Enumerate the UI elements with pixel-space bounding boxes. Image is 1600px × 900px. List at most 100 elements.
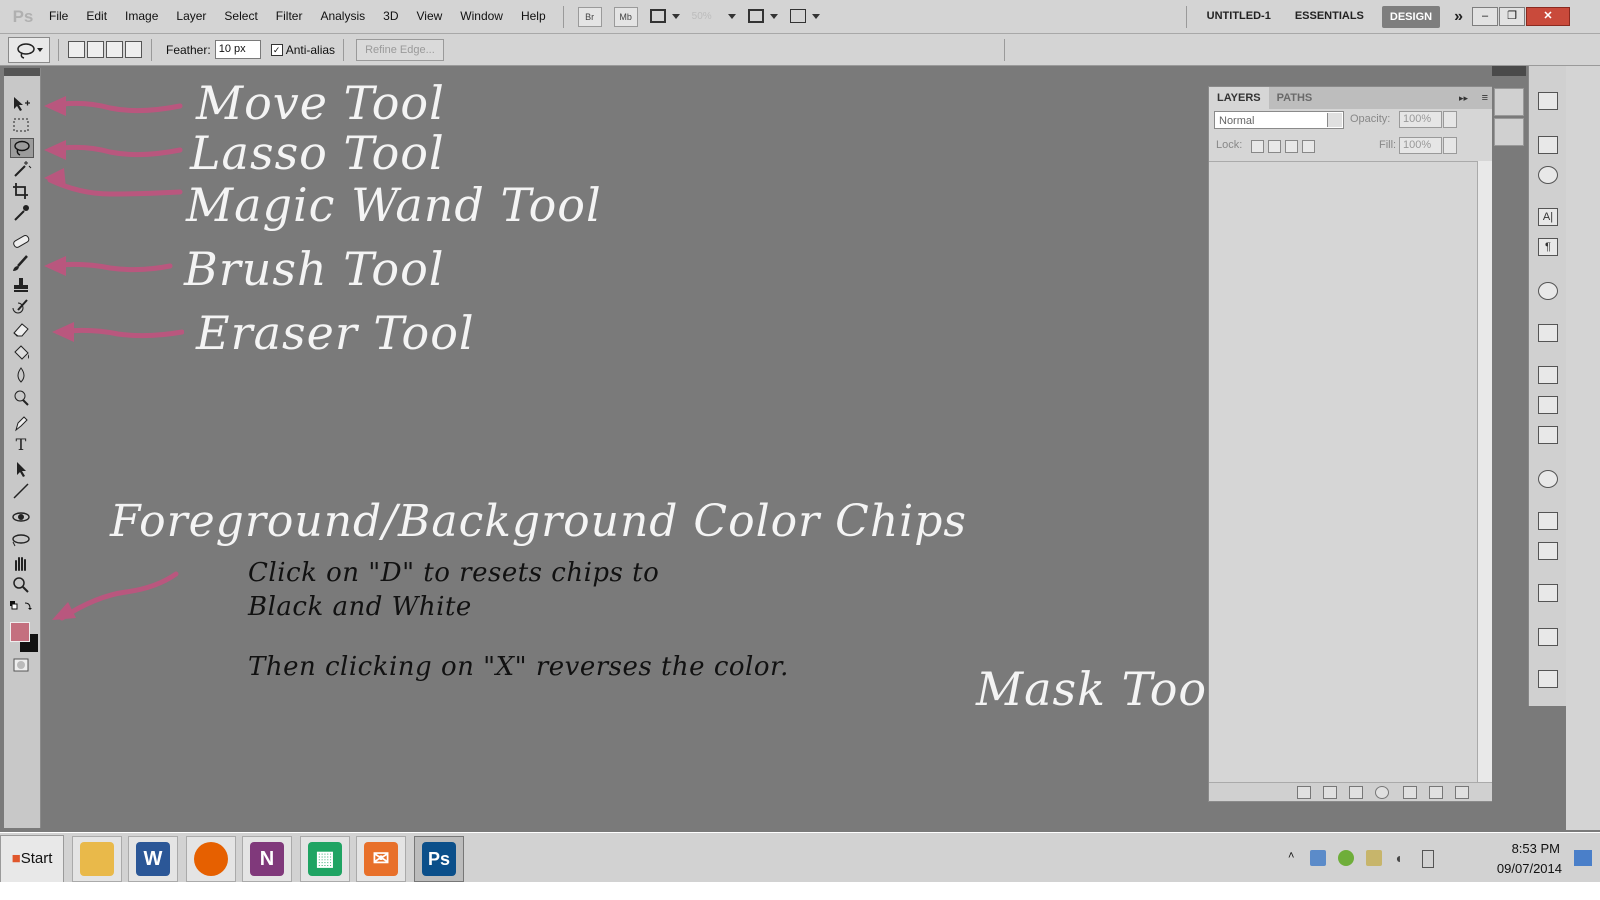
- antialias-checkbox[interactable]: ✓: [270, 43, 283, 56]
- new-layer-icon[interactable]: [1429, 786, 1443, 799]
- zoom-level-dropdown[interactable]: 50%: [692, 8, 736, 26]
- lock-pixels-icon[interactable]: [1268, 140, 1281, 153]
- taskbar-onenote[interactable]: N: [242, 836, 292, 882]
- lock-position-icon[interactable]: [1285, 140, 1298, 153]
- pen-tool-icon[interactable]: [10, 414, 32, 432]
- zoom-tool-icon[interactable]: [10, 576, 32, 594]
- toolbox-header[interactable]: [4, 68, 40, 76]
- menu-edit[interactable]: Edit: [77, 0, 116, 33]
- opacity-input[interactable]: 100%: [1399, 111, 1442, 128]
- new-selection-icon[interactable]: [68, 41, 85, 58]
- eraser-tool-icon[interactable]: [10, 320, 32, 338]
- menu-view[interactable]: View: [407, 0, 451, 33]
- blend-mode-dropdown[interactable]: Normal: [1214, 111, 1344, 129]
- default-colors-icon[interactable]: [9, 600, 33, 612]
- delete-layer-icon[interactable]: [1455, 786, 1469, 799]
- clone-source-dock-icon[interactable]: [1538, 426, 1558, 444]
- dodge-tool-icon[interactable]: [10, 388, 32, 406]
- devices-icon[interactable]: [1366, 850, 1382, 866]
- taskbar-file-explorer[interactable]: [72, 836, 122, 882]
- tool-preset-picker[interactable]: [8, 36, 50, 63]
- volume-icon[interactable]: ◖: [1394, 850, 1410, 866]
- history-dock-icon[interactable]: [1538, 92, 1558, 110]
- blur-tool-icon[interactable]: [10, 366, 32, 384]
- brush-tool-icon[interactable]: [10, 254, 32, 272]
- menu-file[interactable]: File: [40, 0, 77, 33]
- adjustment-layer-icon[interactable]: [1375, 786, 1389, 799]
- layers-scrollbar[interactable]: [1477, 161, 1492, 783]
- menu-analysis[interactable]: Analysis: [311, 0, 374, 33]
- menu-layer[interactable]: Layer: [167, 0, 215, 33]
- tab-paths[interactable]: PATHS: [1269, 87, 1321, 109]
- fill-slider-arrow[interactable]: [1443, 137, 1457, 154]
- color-dock-icon[interactable]: [1538, 282, 1558, 300]
- lock-transparency-icon[interactable]: [1251, 140, 1264, 153]
- workspace-essentials[interactable]: ESSENTIALS: [1283, 0, 1376, 33]
- paragraph-dock-icon[interactable]: ¶: [1538, 238, 1558, 256]
- layer-style-icon[interactable]: [1323, 786, 1337, 799]
- lasso-tool-icon[interactable]: [10, 138, 34, 158]
- intersect-selection-icon[interactable]: [125, 41, 142, 58]
- navigator-dock-icon[interactable]: [1538, 136, 1558, 154]
- masks-dock-icon[interactable]: [1538, 584, 1558, 602]
- line-tool-icon[interactable]: [10, 482, 32, 500]
- layers-dock-icon[interactable]: [1494, 88, 1524, 116]
- menu-filter[interactable]: Filter: [267, 0, 312, 33]
- history-brush-tool-icon[interactable]: [10, 298, 32, 316]
- network-icon[interactable]: [1310, 850, 1326, 866]
- taskbar-word[interactable]: W: [128, 836, 178, 882]
- styles-dock-icon[interactable]: [1538, 470, 1558, 488]
- arrange-documents-dropdown[interactable]: [747, 8, 778, 26]
- character-dock-icon[interactable]: A|: [1538, 208, 1558, 226]
- document-title[interactable]: UNTITLED-1: [1195, 0, 1283, 33]
- tab-layers[interactable]: LAYERS: [1209, 87, 1269, 109]
- menu-image[interactable]: Image: [116, 0, 167, 33]
- add-layer-mask-icon[interactable]: [1349, 786, 1363, 799]
- taskbar-firefox[interactable]: [186, 836, 236, 882]
- close-button[interactable]: ✕: [1526, 7, 1570, 26]
- new-group-icon[interactable]: [1403, 786, 1417, 799]
- screen-mode-dropdown[interactable]: [789, 8, 820, 26]
- magic-wand-tool-icon[interactable]: [10, 160, 32, 178]
- clone-stamp-tool-icon[interactable]: [10, 276, 32, 294]
- actions-dock-icon[interactable]: [1538, 628, 1558, 646]
- subtract-from-selection-icon[interactable]: [106, 41, 123, 58]
- fill-input[interactable]: 100%: [1399, 137, 1442, 154]
- paint-bucket-tool-icon[interactable]: [10, 344, 32, 362]
- show-hidden-icons-icon[interactable]: ˄: [1288, 850, 1304, 866]
- link-layers-icon[interactable]: [1297, 786, 1311, 799]
- transform-dock-icon[interactable]: [1494, 118, 1524, 146]
- quick-mask-icon[interactable]: [10, 656, 32, 674]
- 3d-rotate-tool-icon[interactable]: [10, 508, 32, 526]
- refine-edge-button[interactable]: Refine Edge...: [356, 38, 444, 61]
- extras-dropdown[interactable]: [649, 8, 680, 26]
- crop-tool-icon[interactable]: [10, 182, 32, 200]
- minimize-button[interactable]: –: [1472, 7, 1498, 26]
- mini-bridge-button[interactable]: Mb: [613, 6, 638, 27]
- workspace-design[interactable]: DESIGN: [1381, 5, 1441, 28]
- menu-select[interactable]: Select: [215, 0, 266, 33]
- collapse-panel-icon[interactable]: ▸▸: [1459, 93, 1468, 104]
- minibridge-dock-icon[interactable]: [1538, 324, 1558, 342]
- start-button[interactable]: ■Start: [0, 835, 64, 883]
- layer-comps-dock-icon[interactable]: [1538, 542, 1558, 560]
- layers-list[interactable]: [1209, 161, 1477, 784]
- show-desktop-icon[interactable]: [1574, 850, 1592, 866]
- battery-icon[interactable]: [1422, 850, 1434, 868]
- add-to-selection-icon[interactable]: [87, 41, 104, 58]
- brush-dock-icon[interactable]: [1538, 396, 1558, 414]
- spot-healing-tool-icon[interactable]: [10, 232, 32, 250]
- menu-3d[interactable]: 3D: [374, 0, 407, 33]
- taskbar-mail[interactable]: ✉: [356, 836, 406, 882]
- restore-button[interactable]: ❐: [1499, 7, 1525, 26]
- lock-all-icon[interactable]: [1302, 140, 1315, 153]
- notes-dock-icon[interactable]: [1538, 512, 1558, 530]
- menu-window[interactable]: Window: [451, 0, 512, 33]
- menu-help[interactable]: Help: [512, 0, 555, 33]
- feather-input[interactable]: 10 px: [214, 40, 261, 59]
- marquee-tool-icon[interactable]: [10, 116, 32, 134]
- clock-time[interactable]: 8:53 PM: [1512, 841, 1560, 856]
- bridge-button[interactable]: Br: [577, 6, 602, 27]
- panel-menu-icon[interactable]: ≡: [1482, 92, 1488, 104]
- animation-dock-icon[interactable]: [1538, 670, 1558, 688]
